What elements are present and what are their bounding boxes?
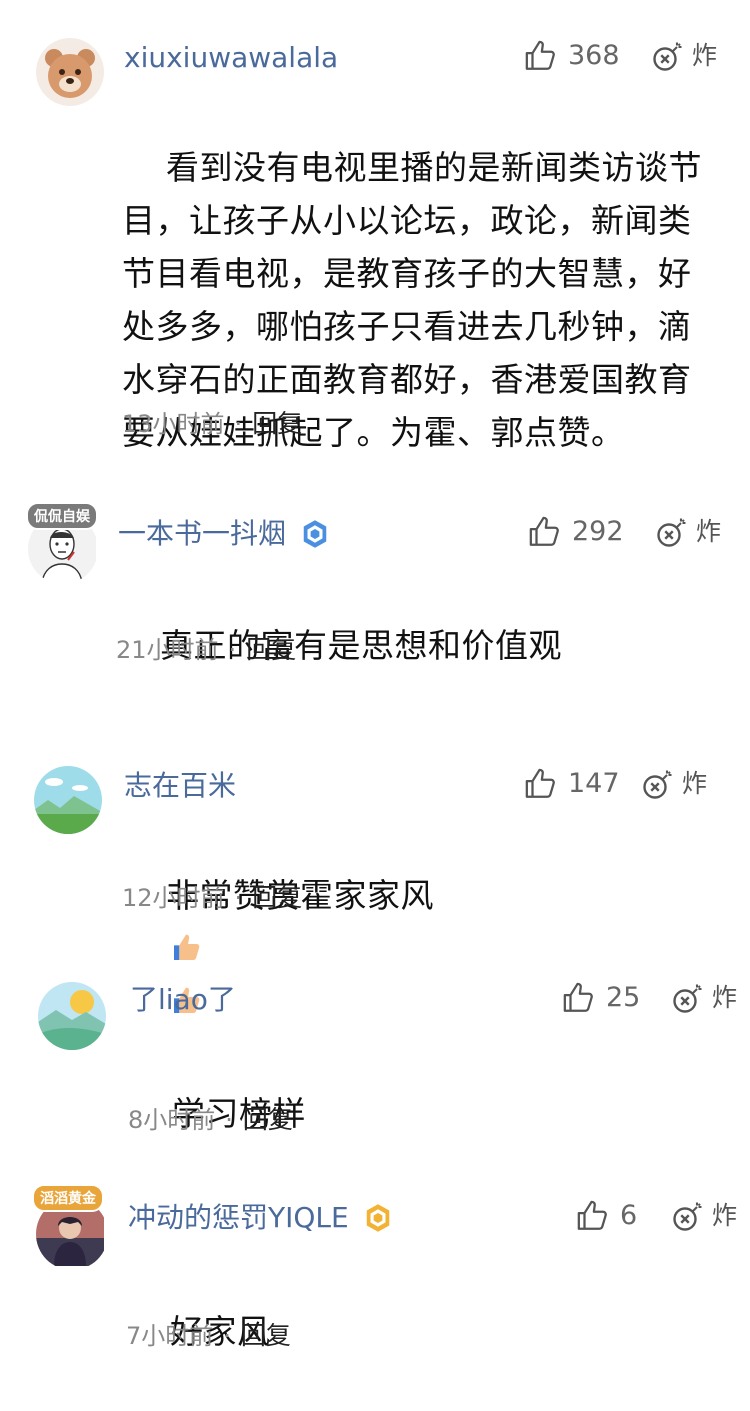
comment-item: 了liao了 25 炸 学习榜样 8小时前 · 回复 bbox=[0, 960, 750, 1160]
separator-dot: · bbox=[225, 1106, 233, 1134]
thumbs-up-icon bbox=[577, 1200, 607, 1230]
bomb-icon bbox=[673, 1202, 702, 1231]
comment-meta: 21小时前 · 回复 bbox=[116, 634, 296, 666]
bomb-label: 炸 bbox=[712, 1201, 738, 1230]
thumbs-up-icon bbox=[525, 40, 555, 70]
thumbs-up-icon bbox=[563, 982, 593, 1012]
separator-dot: · bbox=[234, 410, 243, 438]
username-text[interactable]: 了liao了 bbox=[130, 982, 236, 1018]
username[interactable]: 一本书一抖烟 bbox=[118, 516, 330, 552]
timestamp: 7小时前 bbox=[126, 1322, 214, 1350]
bomb-icon bbox=[673, 984, 702, 1013]
avatar-pendant-tag: 滔滔黄金 bbox=[32, 1184, 104, 1212]
username[interactable]: 冲动的惩罚YIQLE bbox=[128, 1200, 393, 1236]
username-text[interactable]: 冲动的惩罚YIQLE bbox=[128, 1200, 349, 1236]
username-text[interactable]: 志在百米 bbox=[124, 768, 236, 804]
sunrise-avatar-image bbox=[38, 982, 106, 1050]
verified-badge-icon bbox=[303, 520, 327, 548]
like-count: 147 bbox=[568, 768, 620, 799]
thumbs-up-icon bbox=[529, 516, 559, 546]
verified-badge-icon bbox=[366, 1204, 389, 1232]
reply-button[interactable]: 回复 bbox=[241, 1320, 291, 1352]
like-count: 292 bbox=[572, 516, 624, 547]
timestamp: 21小时前 bbox=[116, 636, 219, 664]
comment-item: xiuxiuwawalala 368 炸 看到没有电视里播的是新闻类访谈节目，让… bbox=[0, 0, 750, 460]
bomb-icon bbox=[643, 770, 672, 799]
reply-button[interactable]: 回复 bbox=[243, 1104, 293, 1136]
bomb-button[interactable]: 炸 bbox=[640, 766, 707, 802]
timestamp: 8小时前 bbox=[128, 1106, 216, 1134]
username-text[interactable]: xiuxiuwawalala bbox=[124, 40, 338, 76]
avatar-pendant-tag: 侃侃自娱 bbox=[26, 502, 98, 530]
bomb-icon bbox=[657, 518, 686, 547]
username-text[interactable]: 一本书一抖烟 bbox=[118, 516, 286, 552]
bear-avatar-image bbox=[36, 38, 104, 106]
bomb-label: 炸 bbox=[692, 41, 718, 70]
comment-item: 侃侃自娱 一本书一抖烟 292 炸 真正的富有是思想和价值观 21小时前 · 回… bbox=[0, 480, 750, 700]
username[interactable]: 志在百米 bbox=[124, 768, 236, 804]
thumbs-up-icon bbox=[525, 768, 555, 798]
like-button[interactable]: 292 bbox=[528, 514, 624, 550]
like-count: 6 bbox=[620, 1200, 638, 1231]
comment-item: 志在百米 147 炸 非常赞赏霍家家风 12小时前 · 回复 bbox=[0, 740, 750, 1013]
comment-text: 看到没有电视里播的是新闻类访谈节目，让孩子从小以论坛，政论，新闻类节目看电视，是… bbox=[122, 88, 722, 512]
bomb-button[interactable]: 炸 bbox=[650, 38, 717, 74]
bomb-label: 炸 bbox=[712, 983, 738, 1012]
comment-text-content: 看到没有电视里播的是新闻类访谈节目，让孩子从小以论坛，政论，新闻类节目看电视，是… bbox=[122, 148, 702, 452]
comment-meta: 8小时前 · 回复 bbox=[128, 1104, 293, 1136]
separator-dot: · bbox=[234, 884, 243, 912]
reply-button[interactable]: 回复 bbox=[252, 408, 302, 440]
like-button[interactable]: 368 bbox=[524, 38, 620, 74]
avatar-bear[interactable] bbox=[36, 38, 104, 106]
like-count: 25 bbox=[606, 982, 641, 1013]
comment-meta: 13小时前 · 回复 bbox=[122, 408, 302, 440]
landscape-avatar-image bbox=[34, 766, 102, 834]
bomb-button[interactable]: 炸 bbox=[654, 514, 721, 550]
avatar-sunrise[interactable] bbox=[38, 982, 106, 1050]
timestamp: 13小时前 bbox=[122, 410, 225, 438]
reply-button[interactable]: 回复 bbox=[246, 634, 296, 666]
bomb-button[interactable]: 炸 bbox=[670, 980, 737, 1016]
timestamp: 12小时前 bbox=[122, 884, 225, 912]
bomb-button[interactable]: 炸 bbox=[670, 1198, 737, 1234]
reply-button[interactable]: 回复 bbox=[252, 882, 302, 914]
comment-meta: 12小时前 · 回复 bbox=[122, 882, 302, 914]
comment-item: 滔滔黄金 冲动的惩罚YIQLE 6 炸 好家风 7小时前 · 回复 bbox=[0, 1176, 750, 1357]
bomb-label: 炸 bbox=[696, 517, 722, 546]
separator-dot: · bbox=[228, 636, 237, 664]
username[interactable]: 了liao了 bbox=[130, 982, 236, 1018]
bomb-label: 炸 bbox=[682, 769, 708, 798]
separator-dot: · bbox=[223, 1322, 231, 1350]
avatar-landscape[interactable] bbox=[34, 766, 102, 834]
like-button[interactable]: 147 bbox=[524, 766, 620, 802]
like-button[interactable]: 25 bbox=[562, 980, 640, 1016]
like-button[interactable]: 6 bbox=[576, 1198, 637, 1234]
username[interactable]: xiuxiuwawalala bbox=[124, 40, 338, 76]
comment-meta: 7小时前 · 回复 bbox=[126, 1320, 291, 1352]
bomb-icon bbox=[653, 42, 682, 71]
like-count: 368 bbox=[568, 40, 620, 71]
